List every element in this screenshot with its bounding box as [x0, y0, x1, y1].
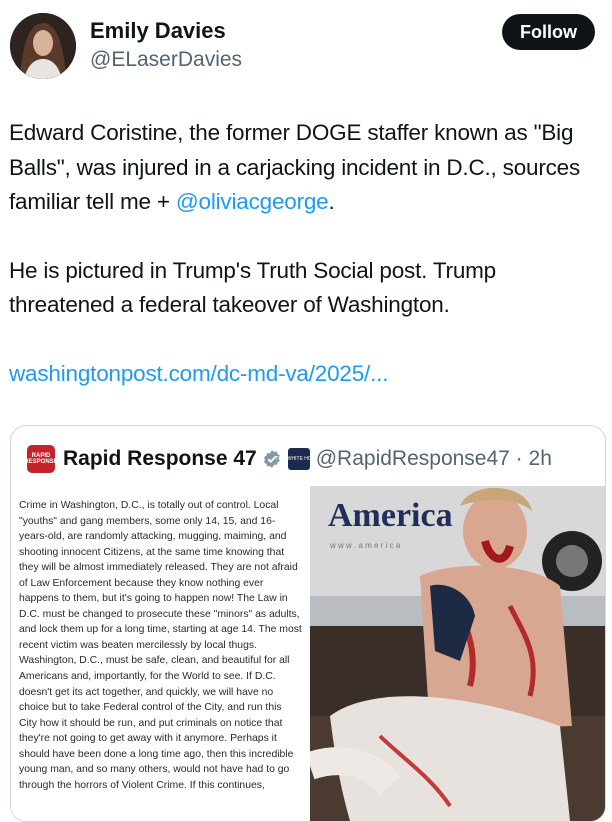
truth-social-text-image[interactable]: Crime in Washington, D.C., is totally ou… — [11, 486, 310, 821]
mention-link[interactable]: @oliviacgeorge — [176, 189, 329, 214]
quoted-author-handle[interactable]: @RapidResponse47 · 2h — [316, 447, 552, 471]
author-avatar[interactable] — [10, 13, 76, 79]
victim-photo[interactable]: America w w w . a m e r i c a — [310, 486, 605, 821]
tweet-paragraph-2: He is pictured in Trump's Truth Social p… — [9, 257, 496, 318]
quoted-post-card[interactable]: RAPID RESPONSE Rapid Response 47 THE WHI… — [10, 425, 606, 822]
photo-sign-text: America — [328, 497, 453, 534]
author-handle[interactable]: @ELaserDavies — [90, 48, 242, 72]
author-name[interactable]: Emily Davies — [90, 18, 226, 44]
tweet-text-segment: . — [328, 189, 335, 214]
photo-sign-small-text: w w w . a m e r i c a — [329, 541, 401, 550]
follow-button[interactable]: Follow — [502, 14, 595, 50]
truth-social-post-text: Crime in Washington, D.C., is totally ou… — [19, 500, 302, 791]
tweet-paragraph-1: Edward Coristine, the former DOGE staffe… — [9, 116, 605, 220]
post-time: 2h — [528, 447, 552, 470]
white-house-logo-icon: THE WHITE HOUSE — [275, 448, 322, 470]
article-link[interactable]: washingtonpost.com/dc-md-va/2025/... — [9, 361, 388, 386]
logo-text-line: RESPONSE — [24, 459, 58, 465]
rapid-response-logo-icon[interactable]: RAPID RESPONSE — [24, 445, 58, 473]
quoted-post-header: RAPID RESPONSE Rapid Response 47 THE WHI… — [24, 444, 552, 474]
quoted-author-name[interactable]: Rapid Response 47 — [63, 447, 257, 471]
separator-dot: · — [509, 447, 529, 470]
quoted-handle-text: @RapidResponse47 — [315, 447, 510, 470]
tweet-text: Edward Coristine, the former DOGE staffe… — [9, 116, 605, 391]
